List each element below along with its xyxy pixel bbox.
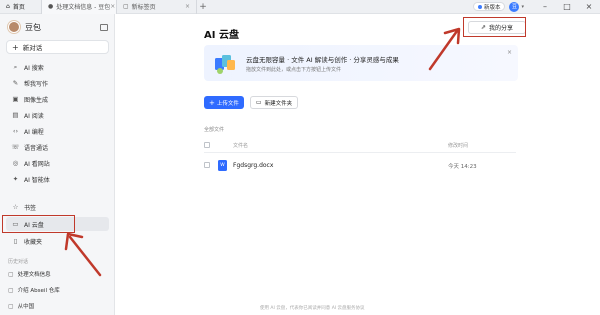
- chevron-down-icon[interactable]: ▾: [521, 4, 524, 10]
- page-title: AI 云盘: [204, 30, 239, 41]
- tab-label: 首页: [12, 4, 25, 11]
- home-icon: ⌂: [6, 3, 10, 10]
- agent-icon: ✦: [12, 175, 19, 183]
- column-header-name[interactable]: 文件名: [233, 142, 248, 149]
- sidebar-item-label: 收藏夹: [24, 238, 43, 246]
- sidebar-item-label: 图像生成: [24, 96, 49, 104]
- sidebar-item-voice-call[interactable]: ☏ 语音通话: [6, 140, 109, 154]
- chat-icon: ▢: [8, 302, 14, 310]
- history-item-label: 处理文档信息: [17, 272, 51, 278]
- tab-new[interactable]: ▢ 新标签页 ×: [117, 0, 197, 14]
- tab-label: 新标签页: [131, 4, 156, 11]
- sidebar-item-label: 帮我写作: [24, 80, 49, 88]
- pen-icon: ✎: [12, 79, 19, 87]
- sidebar-item-label: AI 阅读: [24, 112, 44, 120]
- annotation-highlight-ai-cloud: [2, 215, 75, 233]
- banner-title: 云盘无限容量 · 文件 AI 解读与创作 · 分享灵感与成果: [246, 56, 399, 64]
- sidebar-item-label: 语音通话: [24, 144, 49, 152]
- maximize-button[interactable]: □: [556, 2, 578, 11]
- new-tab-button[interactable]: +: [197, 2, 209, 12]
- collapse-sidebar-icon[interactable]: [100, 23, 108, 31]
- history-item[interactable]: ▢ 处理文档信息: [8, 270, 51, 279]
- select-all-checkbox[interactable]: [204, 142, 210, 148]
- file-name[interactable]: Fgdsgrg.docx: [233, 162, 273, 169]
- annotation-highlight-share: [463, 17, 526, 37]
- sidebar: 豆包 + 新对话 ⌕ AI 搜索 ✎ 帮我写作 ▣ 图像生成 ▤ AI 阅读 ‹› AI …: [0, 14, 115, 315]
- sidebar-item-label: AI 智能体: [24, 176, 50, 184]
- code-icon: ‹›: [12, 127, 19, 135]
- minimize-button[interactable]: –: [534, 2, 556, 11]
- avatar[interactable]: [8, 21, 20, 33]
- sidebar-item-label: AI 搜索: [24, 64, 44, 72]
- new-version-label: 新版本: [483, 4, 501, 11]
- sidebar-item-reading[interactable]: ▤ AI 阅读: [6, 108, 109, 122]
- upload-banner[interactable]: 云盘无限容量 · 文件 AI 解读与创作 · 分享灵感与成果 拖放文件到此处，或…: [204, 45, 518, 81]
- sidebar-header: 豆包: [8, 20, 108, 34]
- new-folder-label: 新建文件夹: [264, 100, 293, 107]
- bookmark-icon: ▯: [13, 237, 18, 245]
- image-icon: ▣: [12, 95, 19, 103]
- tab-doubao[interactable]: ● 处理文档信息 - 豆包 ×: [42, 0, 117, 14]
- plus-icon: +: [209, 98, 215, 107]
- chat-icon: ▢: [8, 286, 14, 294]
- close-window-button[interactable]: ×: [578, 2, 600, 11]
- banner-subtitle: 拖放文件到此处，或点击下方按钮上传文件: [246, 67, 342, 73]
- history-item-label: 介绍 Abseil 仓库: [17, 288, 60, 294]
- search-icon: ⌕: [13, 62, 18, 71]
- upload-button-label: 上传文件: [216, 100, 239, 107]
- sidebar-item-favorites[interactable]: ▯ 收藏夹: [6, 234, 109, 248]
- phone-icon: ☏: [11, 143, 20, 151]
- sidebar-item-writing[interactable]: ✎ 帮我写作: [6, 76, 109, 90]
- tab-home[interactable]: ⌂ 首页: [0, 0, 42, 14]
- sidebar-item-image[interactable]: ▣ 图像生成: [6, 92, 109, 106]
- new-chat-button[interactable]: + 新对话: [6, 40, 109, 54]
- avatar[interactable]: 豆: [509, 1, 520, 12]
- column-header-modified[interactable]: 修改时间: [448, 142, 468, 149]
- word-file-icon: W: [218, 160, 227, 171]
- sidebar-item-agent[interactable]: ✦ AI 智能体: [6, 172, 109, 186]
- close-icon[interactable]: ×: [185, 3, 190, 10]
- sidebar-item-coding[interactable]: ‹› AI 编程: [6, 124, 109, 138]
- globe-icon: ◎: [12, 159, 19, 167]
- new-version-badge[interactable]: 新版本: [472, 2, 506, 11]
- sidebar-item-label: 书签: [24, 204, 37, 212]
- close-icon[interactable]: ×: [110, 3, 115, 10]
- history-section-label: 历史对话: [8, 259, 29, 265]
- history-item[interactable]: ▢ 从中国: [8, 302, 35, 311]
- file-modified-time: 今天 14:23: [448, 164, 477, 170]
- plus-icon: +: [12, 42, 19, 52]
- sidebar-item-bookmarks[interactable]: ☆ 书签: [6, 200, 109, 214]
- star-icon: ☆: [12, 203, 19, 211]
- sidebar-item-ai-search[interactable]: ⌕ AI 搜索: [6, 60, 109, 74]
- folder-icon: ▭: [255, 99, 262, 106]
- history-item[interactable]: ▢ 介绍 Abseil 仓库: [8, 286, 60, 295]
- book-icon: ▤: [12, 111, 19, 119]
- breadcrumb[interactable]: 全部文件: [204, 126, 224, 133]
- dot-icon: [477, 4, 482, 9]
- history-item-label: 从中国: [17, 304, 35, 310]
- close-icon[interactable]: ×: [507, 49, 512, 56]
- upload-file-button[interactable]: + 上传文件: [204, 96, 244, 109]
- doubao-icon: ●: [48, 3, 54, 10]
- tab-bar: ⌂ 首页 ● 处理文档信息 - 豆包 × ▢ 新标签页 × + 新版本 豆 ▾ …: [0, 0, 600, 14]
- new-folder-button[interactable]: ▭ 新建文件夹: [250, 96, 298, 109]
- sidebar-item-label: AI 编程: [24, 128, 44, 136]
- row-checkbox[interactable]: [204, 162, 210, 168]
- divider: [204, 152, 516, 153]
- page-icon: ▢: [123, 3, 129, 10]
- new-chat-label: 新对话: [22, 44, 43, 52]
- footer-agreement[interactable]: 使用 AI 云盘，代表你已阅读并同意 AI 云盘服务协议: [260, 305, 365, 311]
- tab-label: 处理文档信息 - 豆包: [56, 4, 111, 11]
- cloud-files-illustration-icon: [215, 55, 235, 74]
- sidebar-title: 豆包: [25, 22, 41, 32]
- sidebar-item-web[interactable]: ◎ AI 看网站: [6, 156, 109, 170]
- sidebar-item-label: AI 看网站: [24, 160, 50, 168]
- chat-icon: ▢: [8, 270, 14, 278]
